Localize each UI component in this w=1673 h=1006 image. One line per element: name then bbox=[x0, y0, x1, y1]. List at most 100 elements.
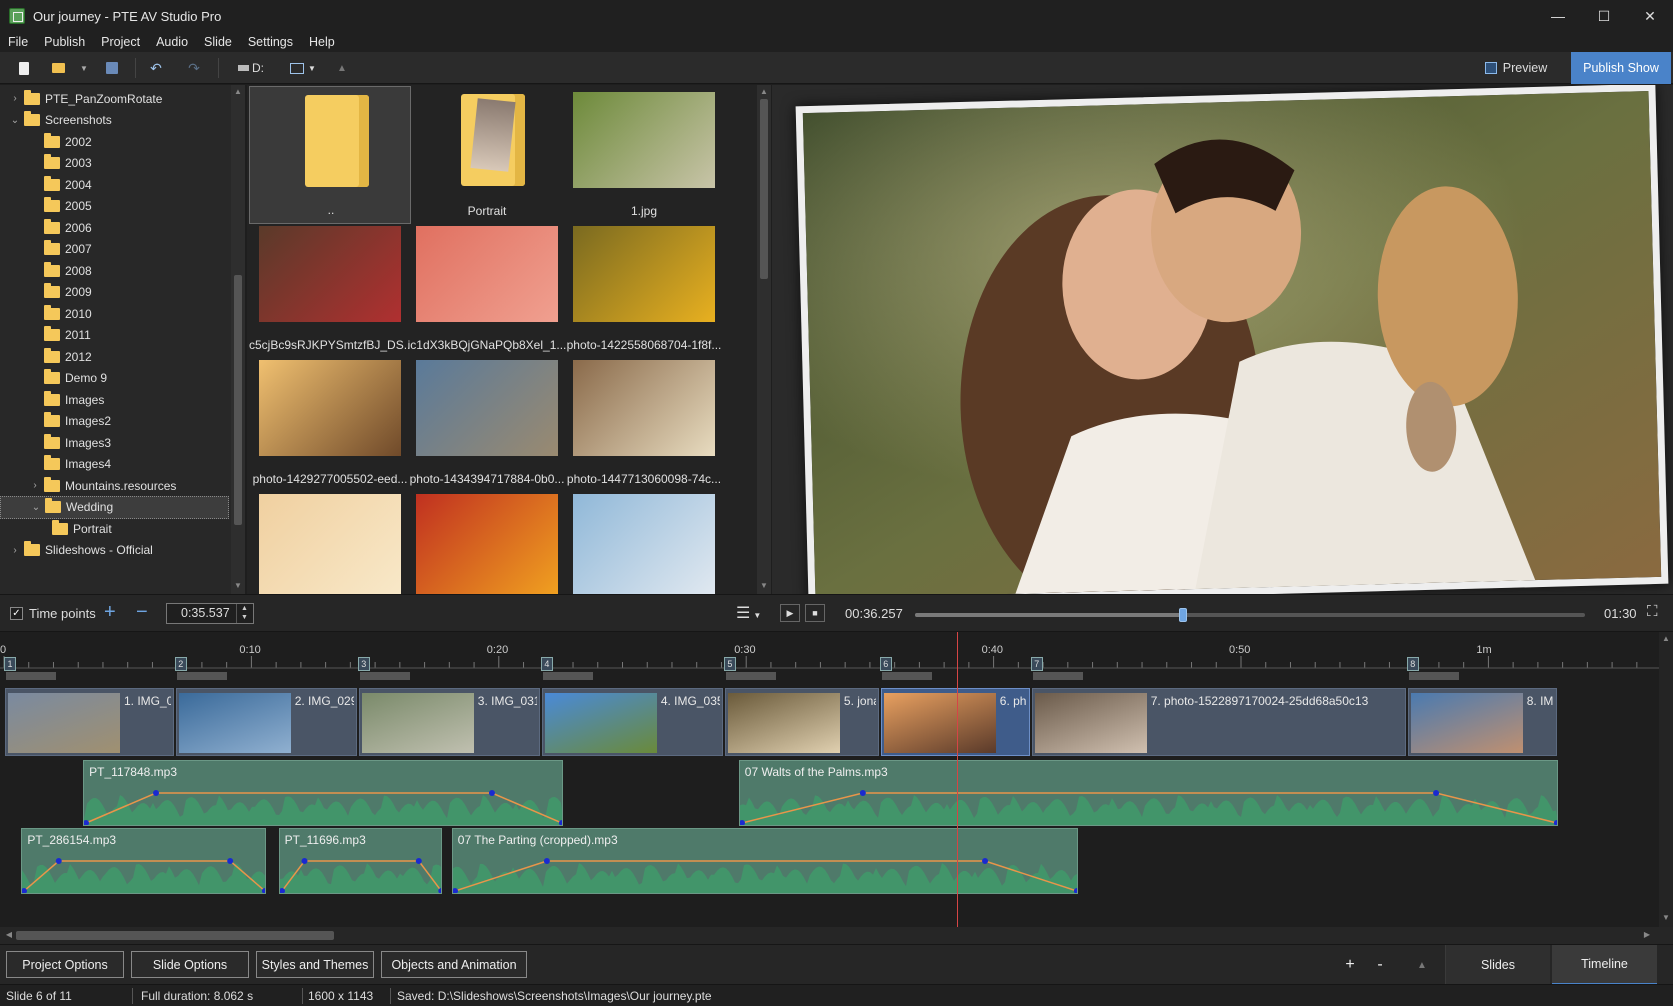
drive-selector[interactable]: D: bbox=[234, 58, 268, 78]
tree-item[interactable]: 2004 bbox=[0, 173, 229, 196]
zoom-in-button[interactable]: + bbox=[1340, 945, 1360, 985]
transition-bar[interactable] bbox=[542, 672, 593, 680]
file-browser-scrollbar[interactable]: ▲ ▼ bbox=[757, 85, 771, 594]
timeline-slide[interactable]: 5. jonath bbox=[724, 688, 879, 756]
slide-options-button[interactable]: Slide Options bbox=[131, 951, 249, 978]
timeline-vertical-scrollbar[interactable]: ▲ ▼ bbox=[1659, 632, 1673, 927]
audio-clip[interactable]: PT_286154.mp3 bbox=[21, 828, 267, 894]
file-item[interactable]: c5cjBc9sRJKPYSmtzfBJ_DS... bbox=[249, 220, 411, 358]
chevron-right-icon[interactable]: › bbox=[10, 545, 20, 556]
file-item[interactable]: photo-1422558068704-1f8f... bbox=[563, 220, 725, 358]
slide-marker[interactable]: 4 bbox=[540, 657, 553, 671]
menu-publish[interactable]: Publish bbox=[36, 32, 93, 52]
timeline-slide[interactable]: 4. IMG_0356 bbox=[541, 688, 723, 756]
tree-item[interactable]: 2007 bbox=[0, 238, 229, 261]
remove-time-point-button[interactable]: − bbox=[136, 601, 148, 624]
chevron-right-icon[interactable]: › bbox=[10, 93, 20, 104]
open-recent-dropdown[interactable]: ▼ bbox=[78, 58, 90, 78]
collapse-button[interactable]: ▲ bbox=[1412, 945, 1432, 985]
seek-bar[interactable] bbox=[915, 608, 1585, 622]
publish-show-button[interactable]: Publish Show bbox=[1571, 52, 1671, 84]
transition-bar[interactable] bbox=[725, 672, 776, 680]
add-time-point-button[interactable]: + bbox=[104, 601, 116, 624]
tree-item[interactable]: 2009 bbox=[0, 281, 229, 304]
transition-bar[interactable] bbox=[1032, 672, 1083, 680]
save-button[interactable] bbox=[102, 58, 122, 78]
file-item[interactable]: photo-1429277005502-eed... bbox=[249, 354, 411, 492]
menu-slide[interactable]: Slide bbox=[196, 32, 240, 52]
scrollbar-thumb[interactable] bbox=[234, 275, 242, 525]
audio-clip[interactable]: PT_117848.mp3 bbox=[83, 760, 564, 826]
transition-bar[interactable] bbox=[6, 672, 56, 680]
tab-slides[interactable]: Slides bbox=[1445, 945, 1550, 985]
slide-marker[interactable]: 7 bbox=[1030, 657, 1043, 671]
scrollbar-thumb[interactable] bbox=[760, 99, 768, 279]
zoom-out-button[interactable]: - bbox=[1370, 945, 1390, 985]
slide-marker[interactable]: 6 bbox=[879, 657, 892, 671]
file-item[interactable]: ic1dX3kBQjGNaPQb8Xel_1... bbox=[406, 220, 568, 358]
file-item[interactable]: photo-1447713060098-74c... bbox=[563, 354, 725, 492]
file-item[interactable]: Portrait bbox=[406, 86, 568, 224]
transition-bar[interactable] bbox=[176, 672, 227, 680]
menu-help[interactable]: Help bbox=[301, 32, 343, 52]
menu-settings[interactable]: Settings bbox=[240, 32, 301, 52]
slide-marker[interactable]: 2 bbox=[174, 657, 187, 671]
menu-file[interactable]: File bbox=[0, 32, 36, 52]
undo-button[interactable]: ↶ bbox=[146, 58, 166, 78]
tree-item[interactable]: 2010 bbox=[0, 302, 229, 325]
redo-button[interactable]: ↷ bbox=[184, 58, 204, 78]
file-item[interactable]: .. bbox=[249, 86, 411, 224]
tree-item[interactable]: 2008 bbox=[0, 259, 229, 282]
chevron-down-icon[interactable]: ⌄ bbox=[31, 502, 41, 513]
time-stepper[interactable]: ▲ ▼ bbox=[236, 604, 252, 623]
timeline-slide[interactable]: 7. photo-1522897170024-25dd68a50c13 bbox=[1031, 688, 1406, 756]
transition-bar[interactable] bbox=[881, 672, 932, 680]
close-button[interactable]: ✕ bbox=[1627, 0, 1673, 32]
tree-item[interactable]: 2011 bbox=[0, 324, 229, 347]
timeline-slide[interactable]: 6. phot bbox=[880, 688, 1030, 756]
chevron-right-icon[interactable]: › bbox=[30, 480, 40, 491]
stop-button[interactable]: ■ bbox=[805, 604, 825, 622]
tree-item[interactable]: ⌄ Wedding bbox=[0, 495, 229, 519]
tree-item[interactable]: Images3 bbox=[0, 431, 229, 454]
objects-and-animation-button[interactable]: Objects and Animation bbox=[381, 951, 527, 978]
transition-bar[interactable] bbox=[359, 672, 410, 680]
styles-and-themes-button[interactable]: Styles and Themes bbox=[256, 951, 374, 978]
preview-button[interactable]: Preview bbox=[1470, 55, 1562, 81]
audio-clip[interactable]: 07 Walts of the Palms.mp3 bbox=[738, 760, 1558, 826]
open-project-button[interactable] bbox=[48, 58, 68, 78]
menu-project[interactable]: Project bbox=[93, 32, 148, 52]
transition-bar[interactable] bbox=[1408, 672, 1459, 680]
timeline-horizontal-scrollbar[interactable]: ◀ ▶ bbox=[0, 927, 1673, 944]
tree-item[interactable]: Images4 bbox=[0, 453, 229, 476]
file-item[interactable]: 1.jpg bbox=[563, 86, 725, 224]
playlist-menu-button[interactable]: ☰ ▼ bbox=[736, 603, 761, 623]
tree-item[interactable]: Demo 9 bbox=[0, 367, 229, 390]
timeline-slide[interactable]: 8. IMG bbox=[1407, 688, 1557, 756]
play-button[interactable]: ▶ bbox=[780, 604, 800, 622]
slide-marker[interactable]: 1 bbox=[4, 657, 16, 671]
file-item[interactable]: photo-1434394717884-0b0... bbox=[406, 354, 568, 492]
tab-timeline[interactable]: Timeline bbox=[1552, 945, 1657, 985]
tree-item[interactable]: Images2 bbox=[0, 410, 229, 433]
file-item[interactable] bbox=[406, 488, 568, 594]
menu-audio[interactable]: Audio bbox=[148, 32, 196, 52]
tree-item[interactable]: 2012 bbox=[0, 345, 229, 368]
seek-handle[interactable] bbox=[1179, 608, 1187, 622]
tree-item[interactable]: › Mountains.resources bbox=[0, 474, 229, 497]
audio-clip[interactable]: 07 The Parting (cropped).mp3 bbox=[451, 828, 1078, 894]
maximize-button[interactable]: ☐ bbox=[1581, 0, 1627, 32]
slide-marker[interactable]: 5 bbox=[723, 657, 736, 671]
timeline-slide[interactable]: 3. IMG_0314 bbox=[358, 688, 540, 756]
tree-item[interactable]: 2002 bbox=[0, 130, 229, 153]
folder-up-button[interactable]: ▲ bbox=[334, 58, 350, 78]
timeline-slide[interactable]: 1. IMG_013 bbox=[5, 688, 174, 756]
chevron-down-icon[interactable]: ⌄ bbox=[10, 115, 20, 126]
new-project-button[interactable] bbox=[14, 58, 34, 78]
slide-marker[interactable]: 3 bbox=[357, 657, 370, 671]
scrollbar-thumb[interactable] bbox=[16, 931, 334, 940]
minimize-button[interactable]: — bbox=[1535, 0, 1581, 32]
time-points-checkbox[interactable]: ✓ bbox=[10, 607, 23, 620]
tree-item[interactable]: › PTE_PanZoomRotate bbox=[0, 87, 229, 110]
tree-item[interactable]: 2006 bbox=[0, 216, 229, 239]
